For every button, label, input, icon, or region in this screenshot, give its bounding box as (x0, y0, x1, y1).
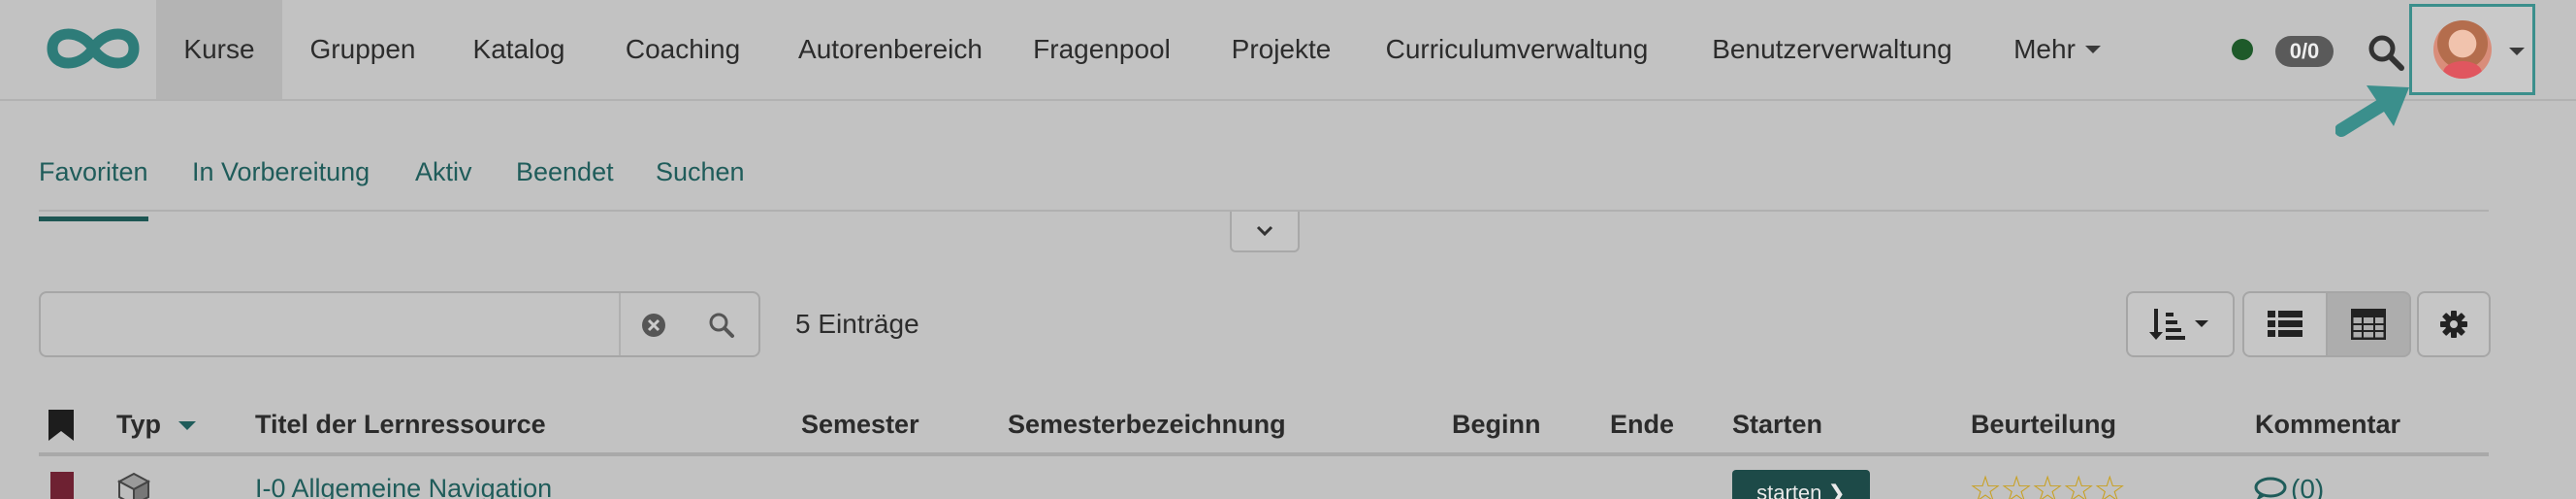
notification-counter-badge[interactable]: 0/0 (2275, 36, 2334, 67)
quick-search-field[interactable] (39, 291, 760, 357)
search-icon[interactable] (708, 312, 735, 339)
list-icon (2268, 311, 2302, 337)
nav-item-label: Autorenbereich (798, 34, 982, 64)
nav-item-label: Curriculumverwaltung (1385, 34, 1649, 64)
comment-icon (2254, 477, 2287, 499)
column-header-begin[interactable]: Beginn (1452, 410, 1541, 440)
chevron-right-icon: ❯ (1827, 481, 1846, 499)
course-title-link[interactable]: I-0 Allgemeine Navigation (255, 474, 552, 499)
nav-item-gruppen[interactable]: Gruppen (293, 0, 433, 99)
start-button[interactable]: starten ❯ (1732, 470, 1870, 499)
infinity-logo[interactable] (39, 19, 147, 78)
rating-stars[interactable]: ☆☆☆☆☆ (1969, 468, 2126, 499)
table-view-button[interactable] (2326, 291, 2411, 357)
arrow-pointer-icon (2335, 85, 2409, 137)
nav-item-label: Katalog (472, 34, 565, 64)
list-view-button[interactable] (2242, 291, 2328, 357)
clear-icon[interactable] (640, 312, 667, 339)
column-header-title[interactable]: Titel der Lernressource (255, 410, 546, 440)
table-row: I-0 Allgemeine Navigation starten ❯ ☆☆☆☆… (39, 460, 2489, 499)
nav-item-mehr[interactable]: Mehr (2004, 0, 2110, 99)
sort-caret-icon (177, 421, 196, 431)
nav-item-label: Benutzerverwaltung (1712, 34, 1952, 64)
expand-search-button[interactable] (1230, 212, 1300, 252)
nav-item-katalog[interactable]: Katalog (456, 0, 582, 99)
nav-item-label: Kurse (183, 34, 255, 64)
column-header-comment[interactable]: Kommentar (2255, 410, 2400, 440)
divider (619, 293, 621, 355)
nav-item-label: Fragenpool (1033, 34, 1171, 64)
column-header-rating[interactable]: Beurteilung (1971, 410, 2116, 440)
course-type-icon (116, 472, 151, 499)
tab-in-vorbereitung[interactable]: In Vorbereitung (192, 157, 370, 212)
nav-item-label: Gruppen (309, 34, 416, 64)
tab-favoriten[interactable]: Favoriten (39, 157, 148, 221)
column-header-end[interactable]: Ende (1610, 410, 1674, 440)
chevron-down-icon (2509, 48, 2525, 55)
comment-count: (0) (2291, 474, 2325, 499)
search-icon[interactable] (2367, 33, 2405, 72)
column-header-start[interactable]: Starten (1732, 410, 1822, 440)
bookmark-icon[interactable] (50, 472, 74, 499)
settings-button[interactable] (2417, 291, 2491, 357)
chevron-down-icon (2084, 46, 2101, 53)
sort-icon (2149, 309, 2208, 340)
avatar (2433, 20, 2492, 79)
column-header-semester-name[interactable]: Semesterbezeichnung (1008, 410, 1286, 440)
start-button-label: starten (1756, 481, 1822, 499)
user-menu-button[interactable] (2409, 4, 2535, 95)
column-header-type[interactable]: Typ (116, 410, 196, 440)
nav-item-kurse[interactable]: Kurse (156, 0, 282, 99)
nav-item-label: Projekte (1231, 34, 1332, 64)
nav-item-benutzerverwaltung[interactable]: Benutzerverwaltung (1699, 0, 1965, 99)
sort-button[interactable] (2126, 291, 2235, 357)
entries-count: 5 Einträge (795, 309, 919, 339)
chevron-down-icon (1256, 225, 1273, 237)
nav-item-fragenpool[interactable]: Fragenpool (1024, 0, 1179, 99)
bookmark-icon[interactable] (48, 410, 74, 441)
nav-item-label: Coaching (625, 34, 741, 64)
tab-beendet[interactable]: Beendet (516, 157, 614, 212)
tab-suchen[interactable]: Suchen (656, 157, 745, 212)
course-tabs: Favoriten In Vorbereitung Aktiv Beendet … (39, 146, 2489, 221)
tab-aktiv[interactable]: Aktiv (415, 157, 472, 212)
nav-item-curriculumverwaltung[interactable]: Curriculumverwaltung (1379, 0, 1655, 99)
comments-link[interactable]: (0) (2254, 474, 2324, 499)
table-icon (2351, 309, 2386, 340)
nav-item-autorenbereich[interactable]: Autorenbereich (784, 0, 997, 99)
top-navigation: Kurse Gruppen Katalog Coaching Autorenbe… (0, 0, 2576, 137)
column-header-semester[interactable]: Semester (801, 410, 919, 440)
nav-item-coaching[interactable]: Coaching (607, 0, 758, 99)
online-status-indicator[interactable] (2232, 39, 2253, 60)
column-header-label: Typ (116, 410, 161, 439)
nav-item-projekte[interactable]: Projekte (1218, 0, 1344, 99)
gear-icon (2440, 311, 2467, 338)
nav-item-label: Mehr (2013, 34, 2076, 64)
table-header: Typ Titel der Lernressource Semester Sem… (39, 400, 2489, 456)
